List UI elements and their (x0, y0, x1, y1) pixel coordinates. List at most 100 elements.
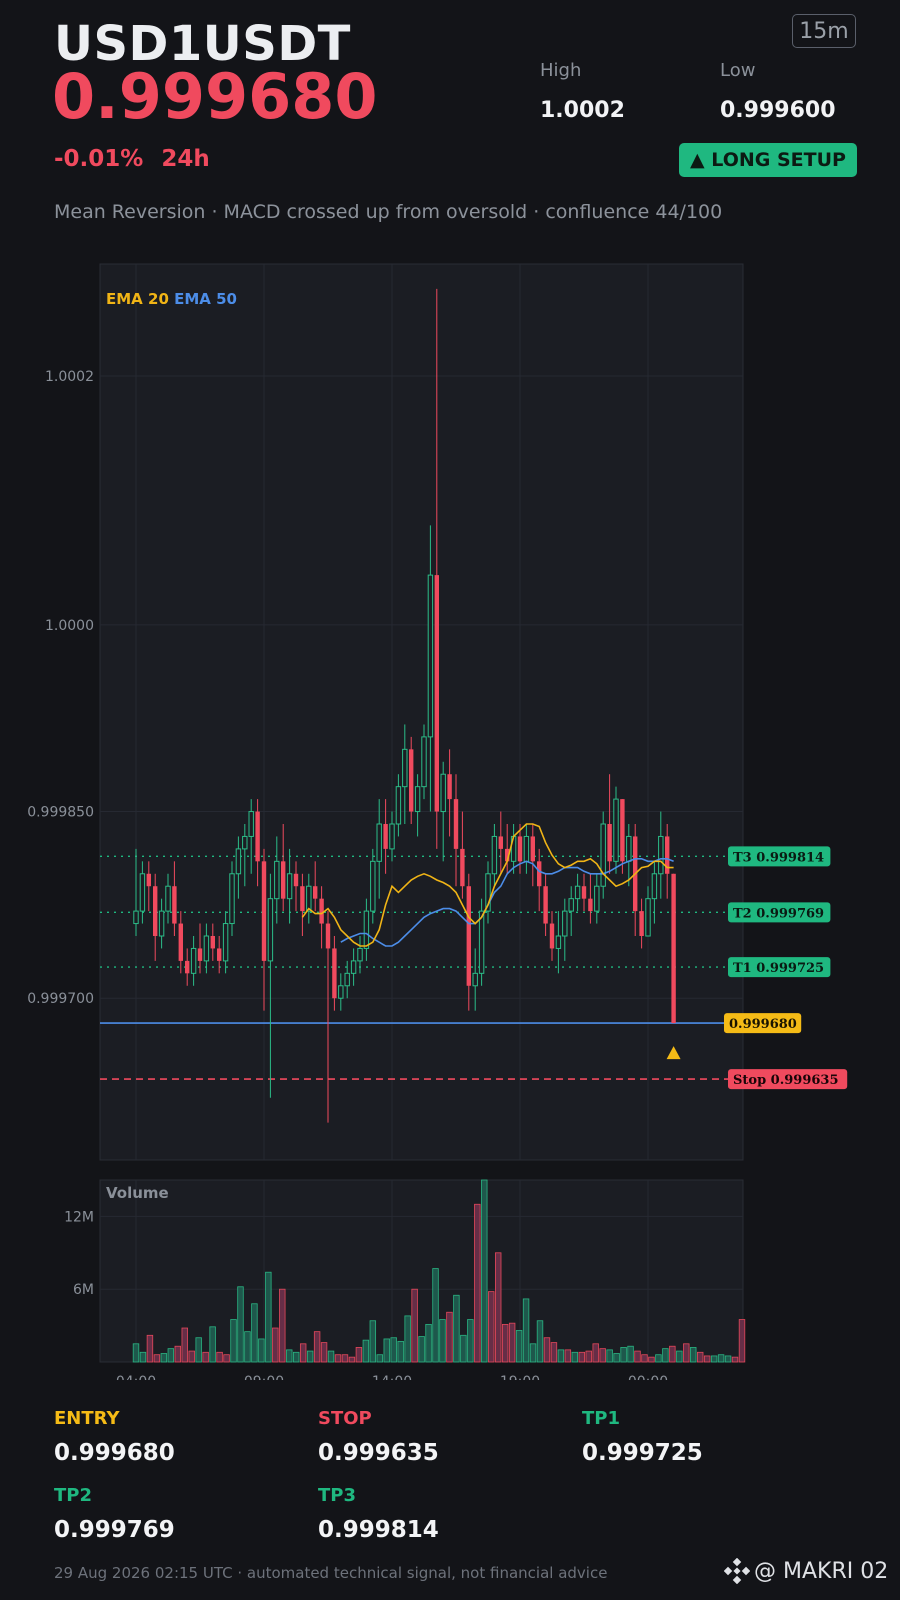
volume-bar-up (676, 1350, 683, 1363)
volume-tick-label: 6M (73, 1282, 94, 1298)
volume-bar-down (599, 1348, 606, 1363)
volume-title: Volume (106, 1184, 169, 1202)
candle-body-up (651, 873, 658, 900)
volume-bar-up (529, 1343, 537, 1363)
candle-body-down (178, 923, 183, 961)
volume-bar-up (460, 1334, 467, 1363)
current-price: 0.999680 (52, 60, 378, 133)
brand-watermark: @ MAKRI 02 (724, 1558, 888, 1584)
candle-body-up (139, 873, 146, 912)
candle-body-up (357, 947, 363, 962)
x-tick-label: 19:00 (500, 1374, 540, 1380)
entry-label: ENTRY (54, 1408, 120, 1429)
y-tick-label: 0.999700 (27, 991, 94, 1007)
volume-bar-up (620, 1347, 627, 1363)
volume-bar-up (286, 1349, 293, 1363)
volume-bar-down (334, 1354, 342, 1363)
stop-value: 0.999635 (318, 1440, 439, 1466)
volume-bar-up (627, 1345, 634, 1363)
volume-bar-up (453, 1294, 460, 1363)
candle-body-down (153, 886, 158, 936)
candle-body-up (594, 885, 600, 912)
volume-bar-up (571, 1351, 579, 1363)
volume-bar-up (244, 1331, 251, 1363)
volume-bar-down (641, 1354, 648, 1363)
volume-bar-up (536, 1320, 544, 1363)
candle-body-up (645, 898, 651, 937)
candle-body-up (523, 835, 530, 862)
volume-bar-down (411, 1288, 418, 1363)
volume-bar-up (404, 1315, 411, 1363)
candle-body-up (574, 885, 581, 900)
candle-body-up (158, 910, 165, 937)
volume-bar-down (697, 1351, 704, 1363)
candle-body-down (453, 799, 459, 849)
volume-bar-up (383, 1338, 390, 1363)
long-setup-badge: ▲ LONG SETUP (679, 143, 857, 177)
volume-bar-down (341, 1354, 349, 1363)
volume-bar-up (390, 1337, 397, 1363)
volume-bar-down (578, 1351, 585, 1363)
entry-value: 0.999680 (54, 1440, 175, 1466)
candle-body-down (210, 936, 215, 949)
level-tag-text: T1 0.999725 (733, 961, 824, 976)
candle-body-up (133, 910, 139, 925)
candle-body-down (185, 960, 190, 974)
candle-body-up (306, 885, 312, 912)
candle-body-down (217, 948, 222, 961)
candle-body-up (421, 736, 427, 788)
volume-bar-up (557, 1349, 565, 1363)
low-value: 0.999600 (720, 98, 836, 123)
price-panel (99, 263, 744, 1161)
volume-bar-down (474, 1203, 481, 1363)
volume-bar-up (522, 1298, 530, 1363)
volume-bar-down (731, 1356, 739, 1363)
candle-body-down (498, 836, 503, 849)
volume-bar-up (139, 1351, 147, 1363)
timeframe-badge[interactable]: 15m (792, 14, 856, 48)
candle-body-down (543, 886, 548, 924)
volume-bar-up (425, 1323, 432, 1363)
volume-bar-down (550, 1342, 558, 1363)
candle-body-up (274, 860, 280, 900)
volume-bar-up (717, 1354, 725, 1363)
candle-body-down (517, 836, 523, 862)
candle-body-up (242, 835, 248, 850)
volume-bar-down (272, 1327, 279, 1363)
candle-body-down (537, 861, 542, 887)
tp1-value: 0.999725 (582, 1440, 703, 1466)
candle-body-down (466, 886, 471, 986)
candle-body-up (363, 910, 370, 949)
volume-bar-up (606, 1349, 613, 1363)
volume-bar-up (237, 1286, 244, 1363)
volume-bar-down (446, 1311, 453, 1363)
candle-body-down (300, 886, 305, 912)
volume-bar-down (703, 1355, 711, 1363)
volume-bar-up (467, 1319, 474, 1363)
candle-body-down (332, 948, 337, 999)
candle-body-down (172, 886, 177, 924)
candle-body-up (267, 898, 274, 962)
volume-bar-up (439, 1319, 446, 1363)
price-change: -0.01% 24h (54, 146, 210, 172)
volume-bar-down (355, 1347, 363, 1363)
candle-body-up (613, 798, 619, 862)
x-tick-label: 00:00 (628, 1374, 668, 1380)
high-value: 1.0002 (540, 98, 625, 123)
level-tag-text: T2 0.999769 (733, 906, 824, 921)
volume-bar-up (251, 1303, 258, 1363)
volume-bar-down (648, 1356, 655, 1363)
volume-bar-down (174, 1345, 181, 1363)
tp1-label: TP1 (582, 1408, 620, 1429)
volume-bar-up (662, 1348, 669, 1363)
stop-label: STOP (318, 1408, 372, 1429)
volume-bar-down (216, 1351, 223, 1363)
ema-legend: EMA 20 EMA 50 (106, 290, 237, 308)
tp2-value: 0.999769 (54, 1517, 175, 1543)
price-chart: 04:00 09:00 14:00 19:00 00:00 0.999700 0.99985… (27, 263, 848, 1380)
volume-bar-down (202, 1351, 209, 1363)
candle-body-up (568, 898, 574, 912)
volume-bar-down (634, 1350, 641, 1363)
tp3-label: TP3 (318, 1485, 356, 1506)
candle-body-down (319, 898, 324, 924)
